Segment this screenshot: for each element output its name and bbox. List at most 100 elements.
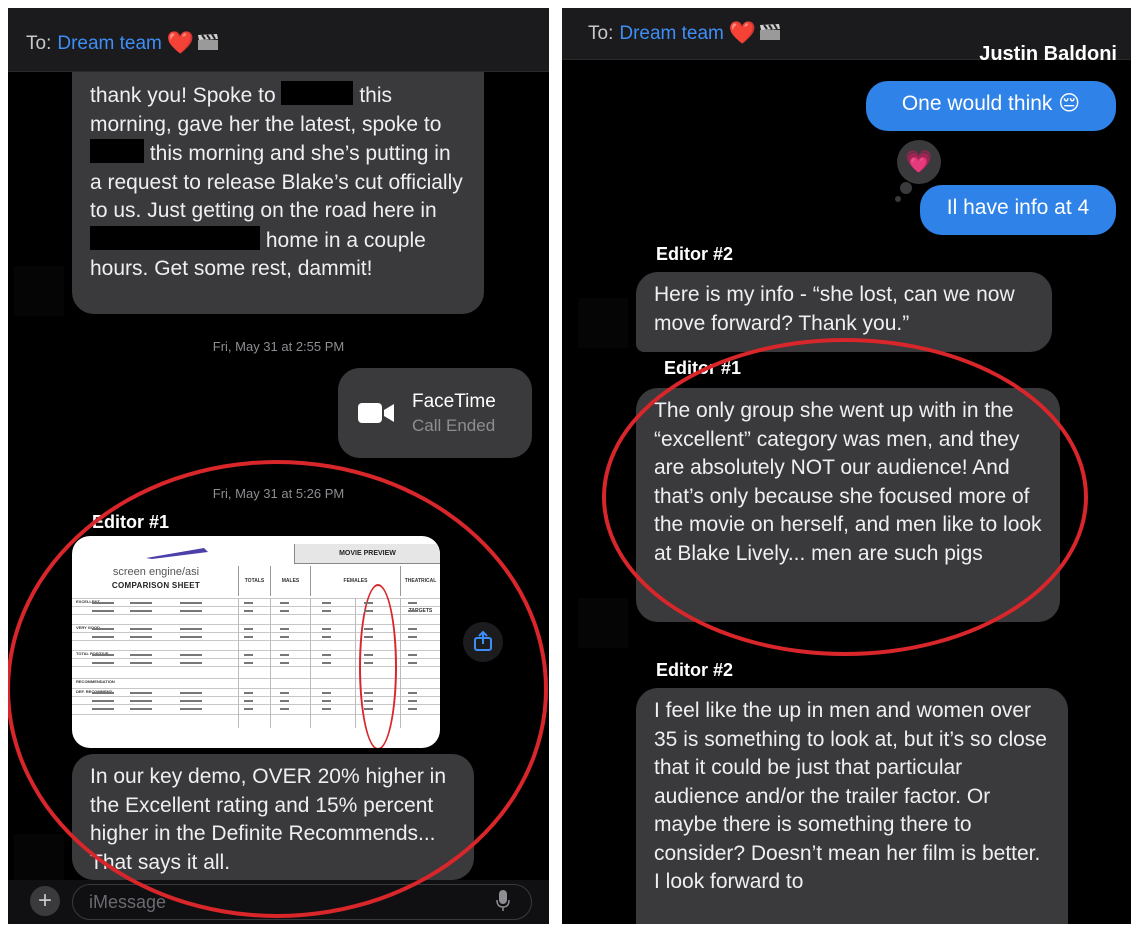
sheet-cell	[180, 602, 202, 604]
sheet-cell	[244, 662, 253, 664]
share-attachment-button[interactable]	[463, 622, 503, 662]
heart-emoji: ❤️	[166, 30, 195, 55]
tapback-tail	[895, 196, 901, 202]
sheet-cell	[408, 628, 417, 630]
sender-name: Editor #1	[656, 356, 750, 380]
sheet-cell	[130, 700, 152, 702]
sheet-cell	[364, 628, 373, 630]
sheet-cell	[364, 602, 373, 604]
sheet-cell	[92, 636, 114, 638]
sheet-cell	[180, 654, 202, 656]
microphone-icon[interactable]	[496, 890, 510, 912]
sheet-cell	[244, 708, 253, 710]
heart-tapback-reaction[interactable]: 💗	[897, 140, 941, 184]
sheet-cell	[180, 628, 202, 630]
message-text: I feel like the up in men and women over…	[654, 699, 1047, 893]
image-attachment[interactable]: screen engine/asi COMPARISON SHEET MOVIE…	[72, 536, 440, 748]
message-bubble[interactable]: I feel like the up in men and women over…	[636, 688, 1068, 924]
recipient-line[interactable]: To: Dream team ❤️	[26, 30, 219, 56]
sheet-cell	[244, 654, 253, 656]
sender-avatar-redacted	[578, 598, 628, 648]
to-prefix: To:	[26, 33, 52, 54]
message-bubble[interactable]: The only group she went up with in the “…	[636, 388, 1060, 622]
sheet-cell	[322, 692, 331, 694]
sheet-cell	[180, 692, 202, 694]
redacted-name	[90, 139, 144, 163]
sheet-cell	[408, 610, 417, 612]
clapperboard-icon	[760, 24, 781, 40]
sheet-cell	[244, 610, 253, 612]
message-text: Here is my info - “she lost, can we now …	[654, 283, 1015, 335]
message-bubble[interactable]: Here is my info - “she lost, can we now …	[636, 272, 1052, 352]
sheet-cell	[130, 654, 152, 656]
sent-message-bubble[interactable]: One would think 😔	[866, 81, 1116, 131]
sheet-cell	[130, 692, 152, 694]
recipient-line[interactable]: To: Dream team ❤️	[588, 20, 781, 46]
sheet-cell	[322, 654, 331, 656]
sheet-cell	[280, 708, 289, 710]
sender-avatar-redacted	[578, 298, 628, 348]
sheet-cell	[92, 708, 114, 710]
sheet-cell	[130, 662, 152, 664]
sheet-cell	[92, 610, 114, 612]
sheet-cell	[130, 636, 152, 638]
sheet-cell	[280, 602, 289, 604]
sender-name: Editor #2	[648, 242, 742, 266]
sheet-cell	[180, 662, 202, 664]
sheet-cell	[280, 692, 289, 694]
message-text: Il have info at 4	[946, 196, 1090, 219]
add-attachment-button[interactable]: +	[30, 886, 60, 916]
sender-avatar-redacted	[14, 834, 64, 884]
sheet-cell	[92, 654, 114, 656]
sheet-cell	[364, 692, 373, 694]
message-text: One would think 😔	[901, 92, 1081, 115]
sheet-cell	[244, 602, 253, 604]
sheet-cell	[280, 700, 289, 702]
message-text: The only group she went up with in the “…	[654, 399, 1042, 565]
sheet-cell	[280, 628, 289, 630]
message-bubble[interactable]: thank you! Spoke to this morning, gave h…	[72, 72, 484, 314]
sheet-cell	[408, 654, 417, 656]
clapperboard-icon	[198, 34, 219, 50]
sheet-logo: screen engine/asi	[112, 566, 200, 578]
sheet-cell	[244, 636, 253, 638]
sheet-cell	[92, 628, 114, 630]
facetime-status: Call Ended	[412, 416, 496, 435]
logo-swoosh-icon	[146, 548, 208, 559]
sent-message-bubble[interactable]: Il have info at 4	[920, 185, 1116, 235]
column-header: THEATRICAL TARGETS	[400, 566, 440, 614]
conversation-screen-right: To: Dream team ❤️ Justin Baldoni One would…	[562, 8, 1131, 924]
imessage-input[interactable]	[72, 884, 532, 920]
sheet-cell	[322, 610, 331, 612]
sheet-cell	[130, 610, 152, 612]
facetime-title: FaceTime	[412, 391, 496, 412]
sheet-cell	[130, 628, 152, 630]
group-name[interactable]: Dream team	[619, 23, 724, 44]
sheet-cell	[244, 628, 253, 630]
sheet-cell	[364, 636, 373, 638]
sheet-cell	[280, 654, 289, 656]
sheet-cell	[408, 602, 417, 604]
group-name[interactable]: Dream team	[57, 33, 162, 54]
share-icon	[474, 630, 492, 651]
facetime-call-bubble[interactable]: FaceTime Call Ended	[338, 368, 532, 458]
sheet-cell	[364, 708, 373, 710]
timestamp: Fri, May 31 at 2:55 PM	[212, 339, 345, 354]
message-text: thank you! Spoke to	[90, 84, 276, 107]
heart-emoji: ❤️	[728, 20, 757, 45]
sheet-cell	[180, 708, 202, 710]
message-bubble[interactable]: In our key demo, OVER 20% higher in the …	[72, 754, 474, 880]
sheet-cell	[364, 610, 373, 612]
tapback-tail	[900, 182, 912, 194]
section-label: RECOMMENDATION	[76, 679, 115, 684]
redacted-name	[281, 81, 354, 105]
annotation-circle	[359, 584, 397, 748]
sheet-cell	[280, 636, 289, 638]
sheet-cell	[408, 708, 417, 710]
sheet-title: COMPARISON SHEET	[111, 581, 201, 590]
message-text: In our key demo, OVER 20% higher in the …	[90, 765, 447, 874]
sheet-cell	[280, 610, 289, 612]
sender-name: Editor #1	[84, 510, 178, 534]
compose-bar: +	[8, 880, 549, 924]
sheet-cell	[408, 636, 417, 638]
